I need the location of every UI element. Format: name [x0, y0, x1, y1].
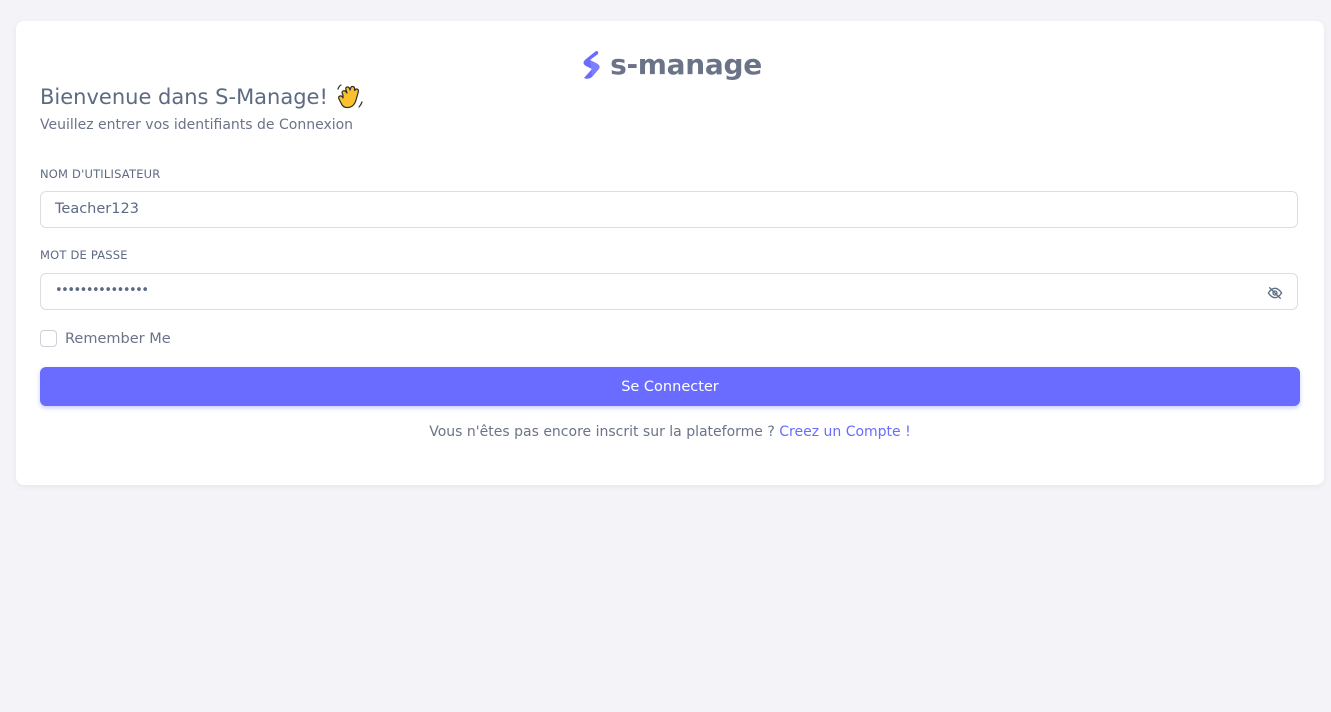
username-value: Teacher123	[55, 201, 139, 217]
brand-logo: s-manage	[16, 49, 1324, 81]
password-label: MOT DE PASSE	[40, 248, 128, 262]
create-account-link[interactable]: Creez un Compte	[779, 424, 900, 440]
username-field[interactable]: Teacher123	[40, 191, 1298, 228]
brand-name: s-manage	[610, 48, 762, 81]
signup-prompt: Vous n'êtes pas encore inscrit sur la pl…	[16, 424, 1324, 440]
waving-hand-icon	[337, 84, 363, 109]
s-logo-icon	[583, 51, 600, 79]
remember-checkbox[interactable]	[40, 330, 57, 347]
password-field[interactable]: •••••••••••••••	[40, 273, 1298, 310]
signup-suffix: !	[900, 424, 911, 440]
remember-label[interactable]: Remember Me	[65, 331, 171, 347]
signup-text: Vous n'êtes pas encore inscrit sur la pl…	[429, 424, 780, 440]
welcome-title: Bienvenue dans S-Manage!	[40, 85, 328, 109]
remember-me[interactable]: Remember Me	[40, 330, 171, 347]
username-label: NOM D'UTILISATEUR	[40, 167, 161, 181]
password-value: •••••••••••••••	[55, 283, 149, 298]
login-button[interactable]: Se Connecter	[40, 367, 1300, 406]
welcome-heading: Bienvenue dans S-Manage!	[40, 83, 364, 111]
welcome-subtitle: Veuillez entrer vos identifiants de Conn…	[40, 117, 354, 133]
login-card: s-manage Bienvenue dans S-Manage! Veuill…	[16, 21, 1324, 485]
eye-off-icon[interactable]	[1267, 285, 1283, 301]
